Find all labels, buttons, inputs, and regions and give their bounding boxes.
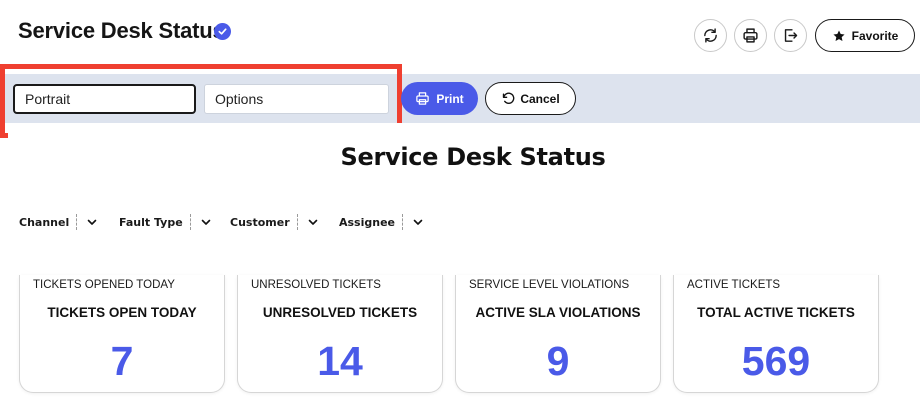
print-button-top[interactable] (734, 19, 767, 52)
printer-icon (416, 92, 430, 105)
kpi-card-unresolved-tickets: UNRESOLVED TICKETS UNRESOLVED TICKETS 14 (237, 275, 443, 393)
card-heading: UNRESOLVED TICKETS (262, 305, 418, 320)
refresh-icon (704, 28, 717, 43)
filter-customer[interactable]: Customer (230, 213, 319, 231)
star-icon (833, 29, 845, 41)
card-value: 14 (317, 338, 363, 384)
kpi-card-sla-violations: SERVICE LEVEL VIOLATIONS ACTIVE SLA VIOL… (455, 275, 661, 393)
filter-label: Customer (230, 215, 290, 229)
filter-channel[interactable]: Channel (19, 213, 98, 231)
card-value: 569 (741, 338, 811, 384)
card-caption: UNRESOLVED TICKETS (251, 279, 381, 291)
print-label: Print (436, 91, 464, 106)
filter-label: Channel (19, 215, 70, 229)
chevron-down-icon (413, 219, 423, 225)
cancel-label: Cancel (520, 91, 560, 106)
cancel-button[interactable]: Cancel (485, 82, 576, 115)
filter-label: Assignee (339, 215, 396, 229)
export-icon (784, 29, 798, 42)
kpi-card-active-tickets: ACTIVE TICKETS TOTAL ACTIVE TICKETS 569 (673, 275, 879, 393)
card-value: 7 (110, 338, 134, 384)
filter-divider (189, 214, 191, 230)
check-circle-icon (214, 23, 231, 40)
chevron-down-icon (87, 219, 97, 225)
chevron-down-icon (308, 219, 317, 225)
card-heading: ACTIVE SLA VIOLATIONS (475, 305, 641, 320)
favorite-label: Favorite (851, 28, 899, 43)
print-button[interactable]: Print (401, 82, 478, 115)
chevron-down-icon (201, 219, 210, 225)
page-title: Service Desk Status (18, 18, 225, 43)
report-title: Service Desk Status (340, 143, 606, 171)
card-caption: TICKETS OPENED TODAY (33, 279, 175, 291)
filter-divider (296, 214, 298, 230)
card-heading: TICKETS OPEN TODAY (47, 305, 197, 320)
card-value: 9 (546, 338, 570, 384)
filter-label: Fault Type (119, 215, 183, 229)
kpi-card-tickets-open-today: TICKETS OPENED TODAY TICKETS OPEN TODAY … (19, 275, 225, 393)
refresh-button[interactable] (694, 19, 727, 52)
card-caption: SERVICE LEVEL VIOLATIONS (469, 279, 630, 291)
top-bar: Service Desk Status Favorite (0, 0, 920, 72)
printer-icon (743, 28, 758, 43)
card-heading: TOTAL ACTIVE TICKETS (697, 305, 855, 320)
filter-fault-type[interactable]: Fault Type (119, 213, 212, 231)
undo-icon (503, 92, 515, 104)
export-button[interactable] (774, 19, 807, 52)
filter-divider (402, 214, 404, 230)
favorite-button[interactable]: Favorite (815, 19, 915, 52)
filter-assignee[interactable]: Assignee (339, 213, 424, 231)
card-caption: ACTIVE TICKETS (687, 279, 781, 291)
filter-divider (76, 214, 78, 230)
